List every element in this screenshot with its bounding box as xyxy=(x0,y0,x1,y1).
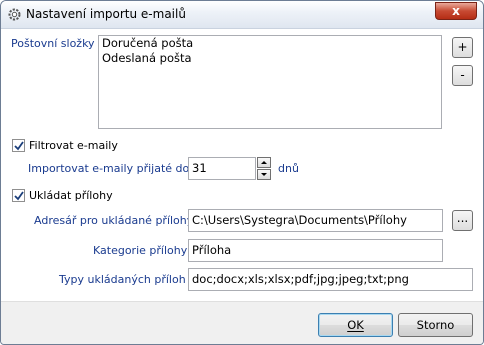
ellipsis-icon: ... xyxy=(456,211,469,225)
types-input[interactable]: doc;docx;xls;xlsx;pdf;jpg;jpeg;txt;png xyxy=(188,268,473,291)
window-title: Nastavení importu e-mailů xyxy=(26,7,186,21)
dialog-footer: OK Storno xyxy=(1,301,483,344)
ok-button[interactable]: OK xyxy=(318,313,393,337)
attachments-dir-input[interactable]: C:\Users\Systegra\Documents\Přílohy xyxy=(188,209,443,232)
list-item[interactable]: Odeslaná pošta xyxy=(99,51,441,66)
cancel-button[interactable]: Storno xyxy=(398,313,473,337)
checkmark-icon xyxy=(14,141,24,151)
close-icon: x xyxy=(452,4,460,18)
remove-folder-button[interactable]: - xyxy=(452,65,473,86)
spin-up-button[interactable] xyxy=(257,157,271,168)
days-unit-label: dnů xyxy=(278,162,299,175)
settings-gear-icon xyxy=(7,7,22,22)
title-bar[interactable]: Nastavení importu e-mailů x xyxy=(1,1,483,29)
types-label: Typy ukládaných příloh xyxy=(59,273,186,286)
save-attachments-label[interactable]: Ukládat přílohy xyxy=(29,189,113,202)
minus-icon: - xyxy=(460,68,465,82)
add-folder-button[interactable]: + xyxy=(452,37,473,58)
close-button[interactable]: x xyxy=(435,2,477,20)
category-label: Kategorie přílohy xyxy=(93,244,188,257)
arrow-up-icon xyxy=(261,161,267,164)
list-item[interactable]: Doručená pošta xyxy=(99,36,441,51)
dialog-window: Nastavení importu e-mailů x Poštovní slo… xyxy=(0,0,484,345)
attachments-dir-label: Adresář pro ukládané přílohy xyxy=(34,214,194,227)
dialog-content: Poštovní složky Doručená pošta Odeslaná … xyxy=(1,29,483,301)
days-spinner[interactable] xyxy=(257,157,271,180)
filter-emails-label[interactable]: Filtrovat e-maily xyxy=(29,139,118,152)
checkmark-icon xyxy=(14,191,24,201)
folders-list[interactable]: Doručená pošta Odeslaná pošta xyxy=(98,35,442,129)
plus-icon: + xyxy=(457,40,468,54)
category-input[interactable]: Příloha xyxy=(188,239,443,262)
browse-button[interactable]: ... xyxy=(452,210,473,231)
arrow-down-icon xyxy=(261,173,267,176)
spin-down-button[interactable] xyxy=(257,169,271,180)
cancel-button-label: Storno xyxy=(416,318,455,332)
ok-button-label: OK xyxy=(347,318,364,332)
days-input[interactable]: 31 xyxy=(188,157,256,180)
days-label: Importovat e-maily přijaté do xyxy=(28,162,190,175)
filter-emails-checkbox[interactable] xyxy=(12,139,25,152)
folders-label: Poštovní složky xyxy=(11,37,95,50)
save-attachments-checkbox[interactable] xyxy=(12,189,25,202)
